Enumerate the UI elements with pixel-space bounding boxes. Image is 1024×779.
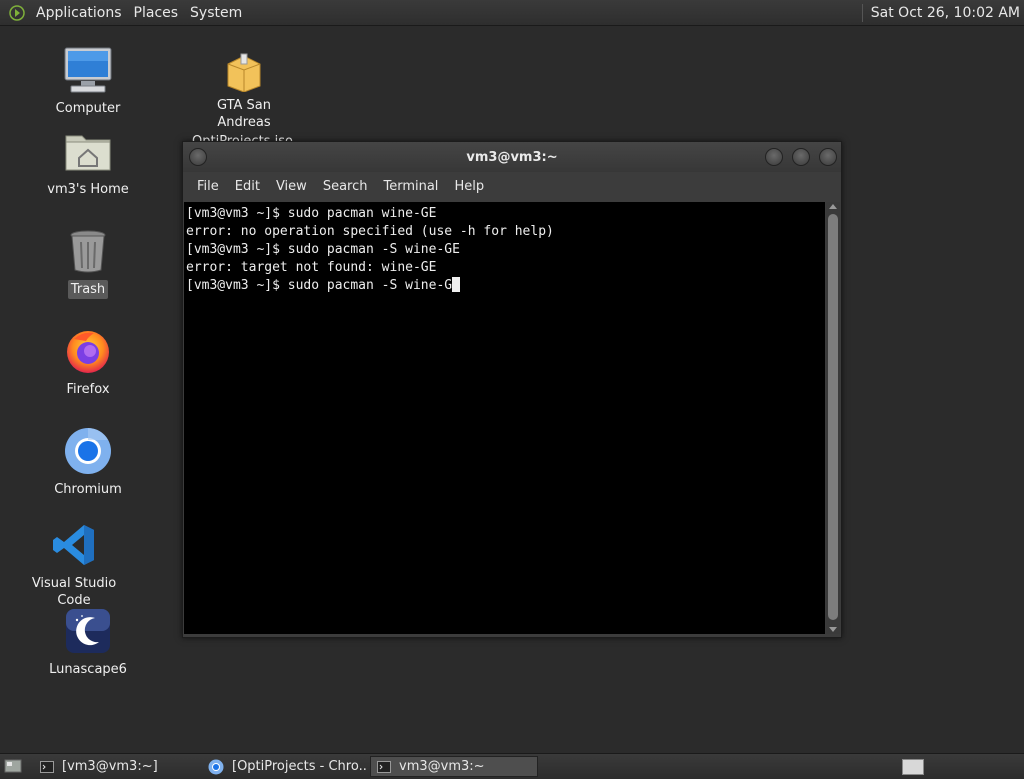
workspace-switcher[interactable] [902,759,924,775]
clock[interactable]: Sat Oct 26, 10:02 AM [871,5,1024,21]
desktop-icon-trash[interactable]: Trash [33,226,143,299]
computer-icon [63,45,113,95]
scroll-up-arrow-icon[interactable] [829,204,837,209]
chromium-icon [208,759,224,775]
lunascape-icon [63,606,113,656]
panel-separator [861,3,863,22]
terminal-input-line[interactable]: [vm3@vm3 ~]$ sudo pacman -S wine-G [186,277,823,295]
show-desktop-icon[interactable] [4,758,22,774]
terminal-line: error: target not found: wine-GE [186,260,437,275]
firefox-icon [63,326,113,376]
minimize-icon[interactable] [765,148,783,166]
desktop-icon-label: Lunascape6 [49,662,127,677]
terminal-icon [377,760,391,773]
trash-icon [63,226,113,276]
scrollbar-thumb[interactable] [828,214,838,620]
terminal-line: [vm3@vm3 ~]$ sudo pacman wine-GE [186,206,437,221]
terminal-menubar: File Edit View Search Terminal Help [183,172,841,201]
desktop-icon-label-line: GTA San Andreas [216,98,272,130]
taskbar-item-label: vm3@vm3:~ [399,759,485,774]
taskbar-item-label: [vm3@vm3:~] [62,759,158,774]
menu-help[interactable]: Help [446,179,492,194]
menu-search[interactable]: Search [315,179,376,194]
vscode-icon [49,520,99,570]
top-panel: Applications Places System Sat Oct 26, 1… [0,0,1024,26]
desktop-icon-computer[interactable]: Computer [33,45,143,118]
desktop-icon-home[interactable]: vm3's Home [33,126,143,199]
terminal-icon [40,760,54,773]
menu-file[interactable]: File [189,179,227,194]
scroll-down-arrow-icon[interactable] [829,627,837,632]
text-cursor [452,277,461,292]
menu-edit[interactable]: Edit [227,179,268,194]
system-menu[interactable]: System [184,5,248,21]
maximize-icon[interactable] [792,148,810,166]
desktop-icon-vscode[interactable]: Visual Studio Code [19,520,129,610]
bottom-panel: [vm3@vm3:~] [OptiProjects - Chro... vm3@… [0,753,1024,779]
places-menu[interactable]: Places [128,5,185,21]
taskbar-item-chromium[interactable]: [OptiProjects - Chro... [202,756,368,777]
distro-logo-icon[interactable] [8,4,26,22]
close-icon[interactable] [819,148,837,166]
package-icon [219,50,269,94]
desktop-icon-label: Visual Studio Code [31,576,117,608]
taskbar-item-terminal-active[interactable]: vm3@vm3:~ [370,756,538,777]
desktop-icon-lunascape[interactable]: Lunascape6 [33,606,143,679]
home-folder-icon [63,126,113,176]
terminal-line: [vm3@vm3 ~]$ sudo pacman -S wine-GE [186,242,460,257]
window-menu-icon[interactable] [189,148,207,166]
desktop-icon-label: Firefox [66,382,110,397]
desktop-icon-label: vm3's Home [47,182,129,197]
applications-menu[interactable]: Applications [30,5,128,21]
taskbar-item-terminal-1[interactable]: [vm3@vm3:~] [34,756,200,777]
terminal-scrollbar[interactable] [826,202,840,634]
desktop-icon-label: Chromium [54,482,122,497]
desktop-icon-firefox[interactable]: Firefox [33,326,143,399]
menu-view[interactable]: View [268,179,315,194]
desktop-icon-chromium[interactable]: Chromium [33,426,143,499]
desktop-icon-label: Trash [67,280,109,299]
chromium-icon [63,426,113,476]
taskbar-item-label: [OptiProjects - Chro... [232,759,368,774]
window-title: vm3@vm3:~ [466,149,558,165]
terminal-window[interactable]: vm3@vm3:~ File Edit View Search Terminal… [182,141,842,638]
menu-terminal[interactable]: Terminal [375,179,446,194]
terminal-output[interactable]: [vm3@vm3 ~]$ sudo pacman wine-GE error: … [184,202,825,634]
terminal-line: error: no operation specified (use -h fo… [186,224,554,239]
desktop-icon-label: Computer [55,101,121,116]
window-titlebar[interactable]: vm3@vm3:~ [183,142,841,172]
terminal-current-command: [vm3@vm3 ~]$ sudo pacman -S wine-G [186,278,453,293]
